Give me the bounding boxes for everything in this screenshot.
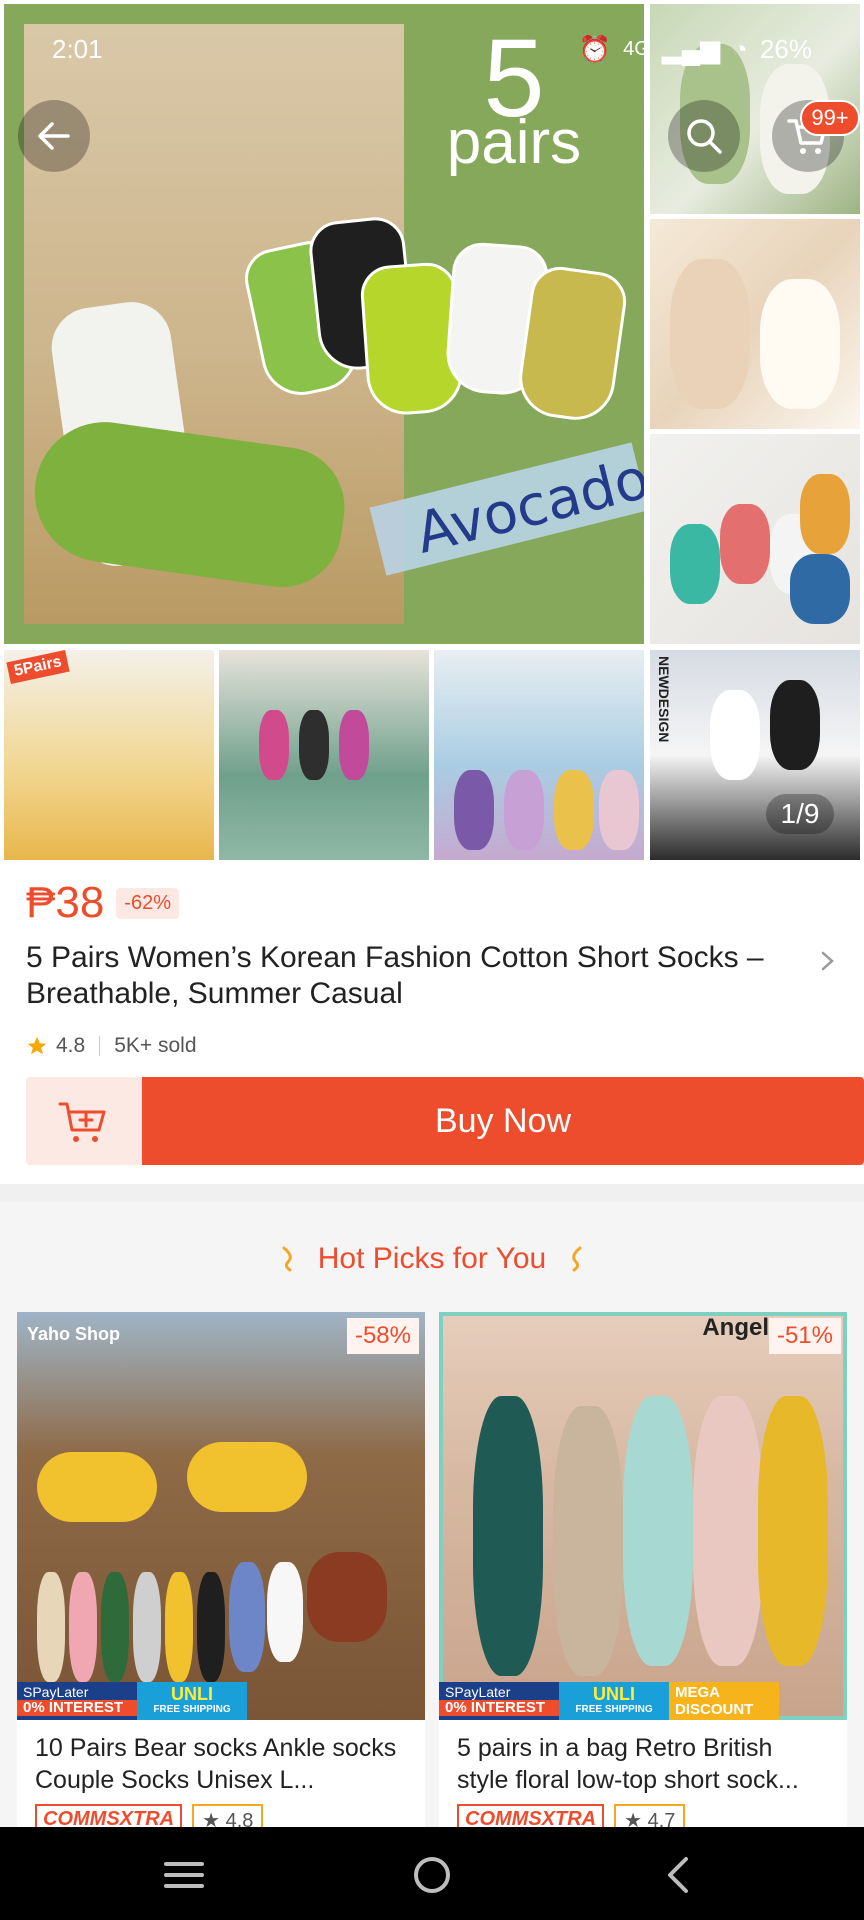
gallery-thumbnail[interactable] — [219, 650, 429, 860]
card-image[interactable] — [439, 1312, 847, 1720]
network-label: 4G — [623, 38, 650, 60]
discount-badge: -62% — [116, 887, 179, 919]
paylater-promo: SPayLater 0% INTEREST — [17, 1682, 137, 1720]
card-discount: -51% — [768, 1318, 841, 1354]
hot-picks-header: Hot Picks for You — [0, 1242, 864, 1276]
image-counter: 1/9 — [766, 794, 834, 834]
back-chevron-icon[interactable] — [656, 1851, 704, 1899]
gallery-thumbnail[interactable]: 5Pairs — [4, 650, 214, 860]
gallery-thumbnail[interactable] — [650, 434, 860, 644]
alarm-icon: ⏰ — [578, 34, 612, 64]
card-image[interactable] — [17, 1312, 425, 1720]
hot-picks-title: Hot Picks for You — [317, 1242, 547, 1275]
home-circle-icon[interactable] — [408, 1851, 456, 1899]
rating-divider — [99, 1036, 101, 1056]
unli-promo: UNLI FREE SHIPPING — [559, 1682, 669, 1720]
purchase-bar: Buy Now — [26, 1077, 864, 1165]
back-button[interactable] — [18, 100, 90, 172]
hot-picks-section: Hot Picks for You Yaho Shop -58% SPayLat… — [0, 1202, 864, 1842]
star-icon — [27, 1036, 47, 1055]
battery-percent: 26% — [759, 34, 812, 64]
gallery-thumbnail[interactable] — [650, 219, 860, 429]
unli-promo: UNLI FREE SHIPPING — [137, 1682, 247, 1720]
price-row: ₱38 -62% — [26, 878, 179, 928]
product-price: ₱38 — [26, 878, 105, 927]
section-divider — [0, 1184, 864, 1202]
new-design-label: NEWDESIGN — [656, 656, 672, 743]
product-title[interactable]: 5 Pairs Women’s Korean Fashion Cotton Sh… — [26, 940, 786, 1012]
add-to-cart-button[interactable] — [26, 1077, 142, 1165]
shop-name: Yaho Shop — [27, 1324, 121, 1344]
signal-icon: ▂▄▆ — [661, 34, 721, 64]
card-discount: -58% — [346, 1318, 419, 1354]
system-nav-bar — [0, 1827, 864, 1920]
add-to-cart-icon — [58, 1102, 106, 1142]
back-arrow-icon — [38, 122, 70, 150]
cart-count-badge: 99+ — [800, 100, 860, 136]
rating-value: 4.8 — [56, 1034, 86, 1057]
promo-strip: SPayLater 0% INTEREST UNLI FREE SHIPPING — [17, 1682, 247, 1720]
flame-right-icon — [572, 1246, 582, 1272]
search-icon — [687, 119, 722, 154]
rating-row: 4.8 5K+ sold — [26, 1034, 197, 1058]
search-button[interactable] — [668, 100, 740, 172]
card-title: 10 Pairs Bear socks Ankle socks Couple S… — [35, 1734, 397, 1794]
card-title: 5 pairs in a bag Retro British style flo… — [457, 1734, 799, 1794]
buy-now-button[interactable]: Buy Now — [142, 1077, 864, 1165]
flame-left-icon — [282, 1246, 292, 1272]
promo-strip: SPayLater 0% INTEREST UNLI FREE SHIPPING… — [439, 1682, 779, 1720]
menu-icon[interactable] — [160, 1851, 208, 1899]
status-bar: 2:01 ⏰ 4G ▂▄▆ ◔ 26% — [0, 30, 864, 70]
gallery-thumbnail[interactable] — [434, 650, 644, 860]
chevron-right-icon[interactable] — [816, 950, 838, 972]
thumb-badge: 5Pairs — [6, 650, 70, 685]
paylater-promo: SPayLater 0% INTEREST — [439, 1682, 559, 1720]
sock-swatch — [514, 263, 630, 425]
main-label: Avocado — [409, 446, 644, 567]
main-product-image[interactable]: 5 pairs Avocado — [4, 4, 644, 644]
main-title-word: pairs — [446, 108, 582, 177]
battery-icon: ◔ — [732, 34, 748, 64]
shop-name: Angel — [702, 1314, 769, 1341]
product-card[interactable]: Yaho Shop -58% SPayLater 0% INTEREST UNL… — [17, 1312, 425, 1842]
mega-discount-promo: MEGA DISCOUNT — [669, 1682, 779, 1720]
status-icons: ⏰ 4G ▂▄▆ ◔ 26% — [579, 34, 812, 65]
product-card[interactable]: Angel -51% SPayLater 0% INTEREST UNLI FR… — [439, 1312, 847, 1842]
sold-count: 5K+ sold — [114, 1034, 197, 1057]
status-time: 2:01 — [52, 34, 103, 64]
gallery-thumbnail[interactable]: NEWDESIGN — [650, 650, 860, 860]
